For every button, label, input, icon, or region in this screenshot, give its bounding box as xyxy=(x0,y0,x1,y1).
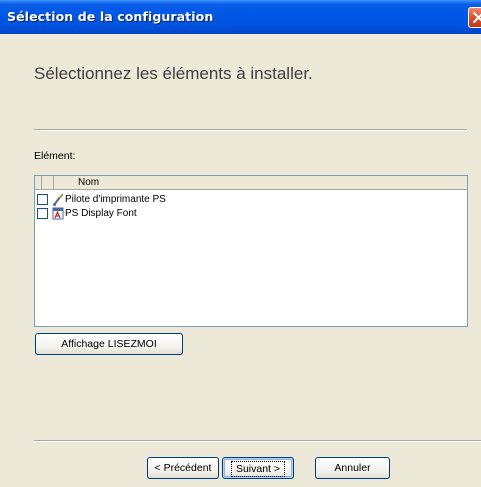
element-list-label: Elément: xyxy=(34,150,76,162)
list-item[interactable]: Pilote d'imprimante PS xyxy=(35,193,467,206)
header-separator xyxy=(34,129,467,131)
page-heading: Sélectionnez les éléments à installer. xyxy=(34,64,313,83)
item-label: PS Display Font xyxy=(65,208,137,219)
next-button-label: Suivant > xyxy=(230,461,286,477)
font-icon xyxy=(52,207,64,220)
element-list[interactable]: Nom Pilote d'imprimante PS PS Display Fo… xyxy=(34,175,468,327)
title-bar[interactable]: Sélection de la configuration xyxy=(0,0,481,34)
column-header-name[interactable]: Nom xyxy=(78,177,99,188)
previous-button[interactable]: < Précédent xyxy=(147,457,219,479)
close-button[interactable] xyxy=(468,7,481,28)
header-column-blank[interactable] xyxy=(35,176,42,189)
show-readme-button[interactable]: Affichage LISEZMOI xyxy=(35,333,183,355)
item-checkbox[interactable] xyxy=(37,194,48,205)
next-button[interactable]: Suivant > xyxy=(222,457,294,479)
list-header[interactable]: Nom xyxy=(35,176,467,190)
list-item[interactable]: PS Display Font xyxy=(35,207,467,220)
header-column-check[interactable] xyxy=(42,176,54,189)
item-label: Pilote d'imprimante PS xyxy=(65,194,166,205)
printer-driver-icon xyxy=(53,193,64,206)
window-title: Sélection de la configuration xyxy=(7,9,214,24)
cancel-button[interactable]: Annuler xyxy=(315,457,390,479)
footer-separator xyxy=(34,440,481,442)
close-icon xyxy=(473,12,481,23)
setup-dialog: Sélection de la configuration Sélectionn… xyxy=(0,0,481,487)
item-checkbox[interactable] xyxy=(37,208,48,219)
